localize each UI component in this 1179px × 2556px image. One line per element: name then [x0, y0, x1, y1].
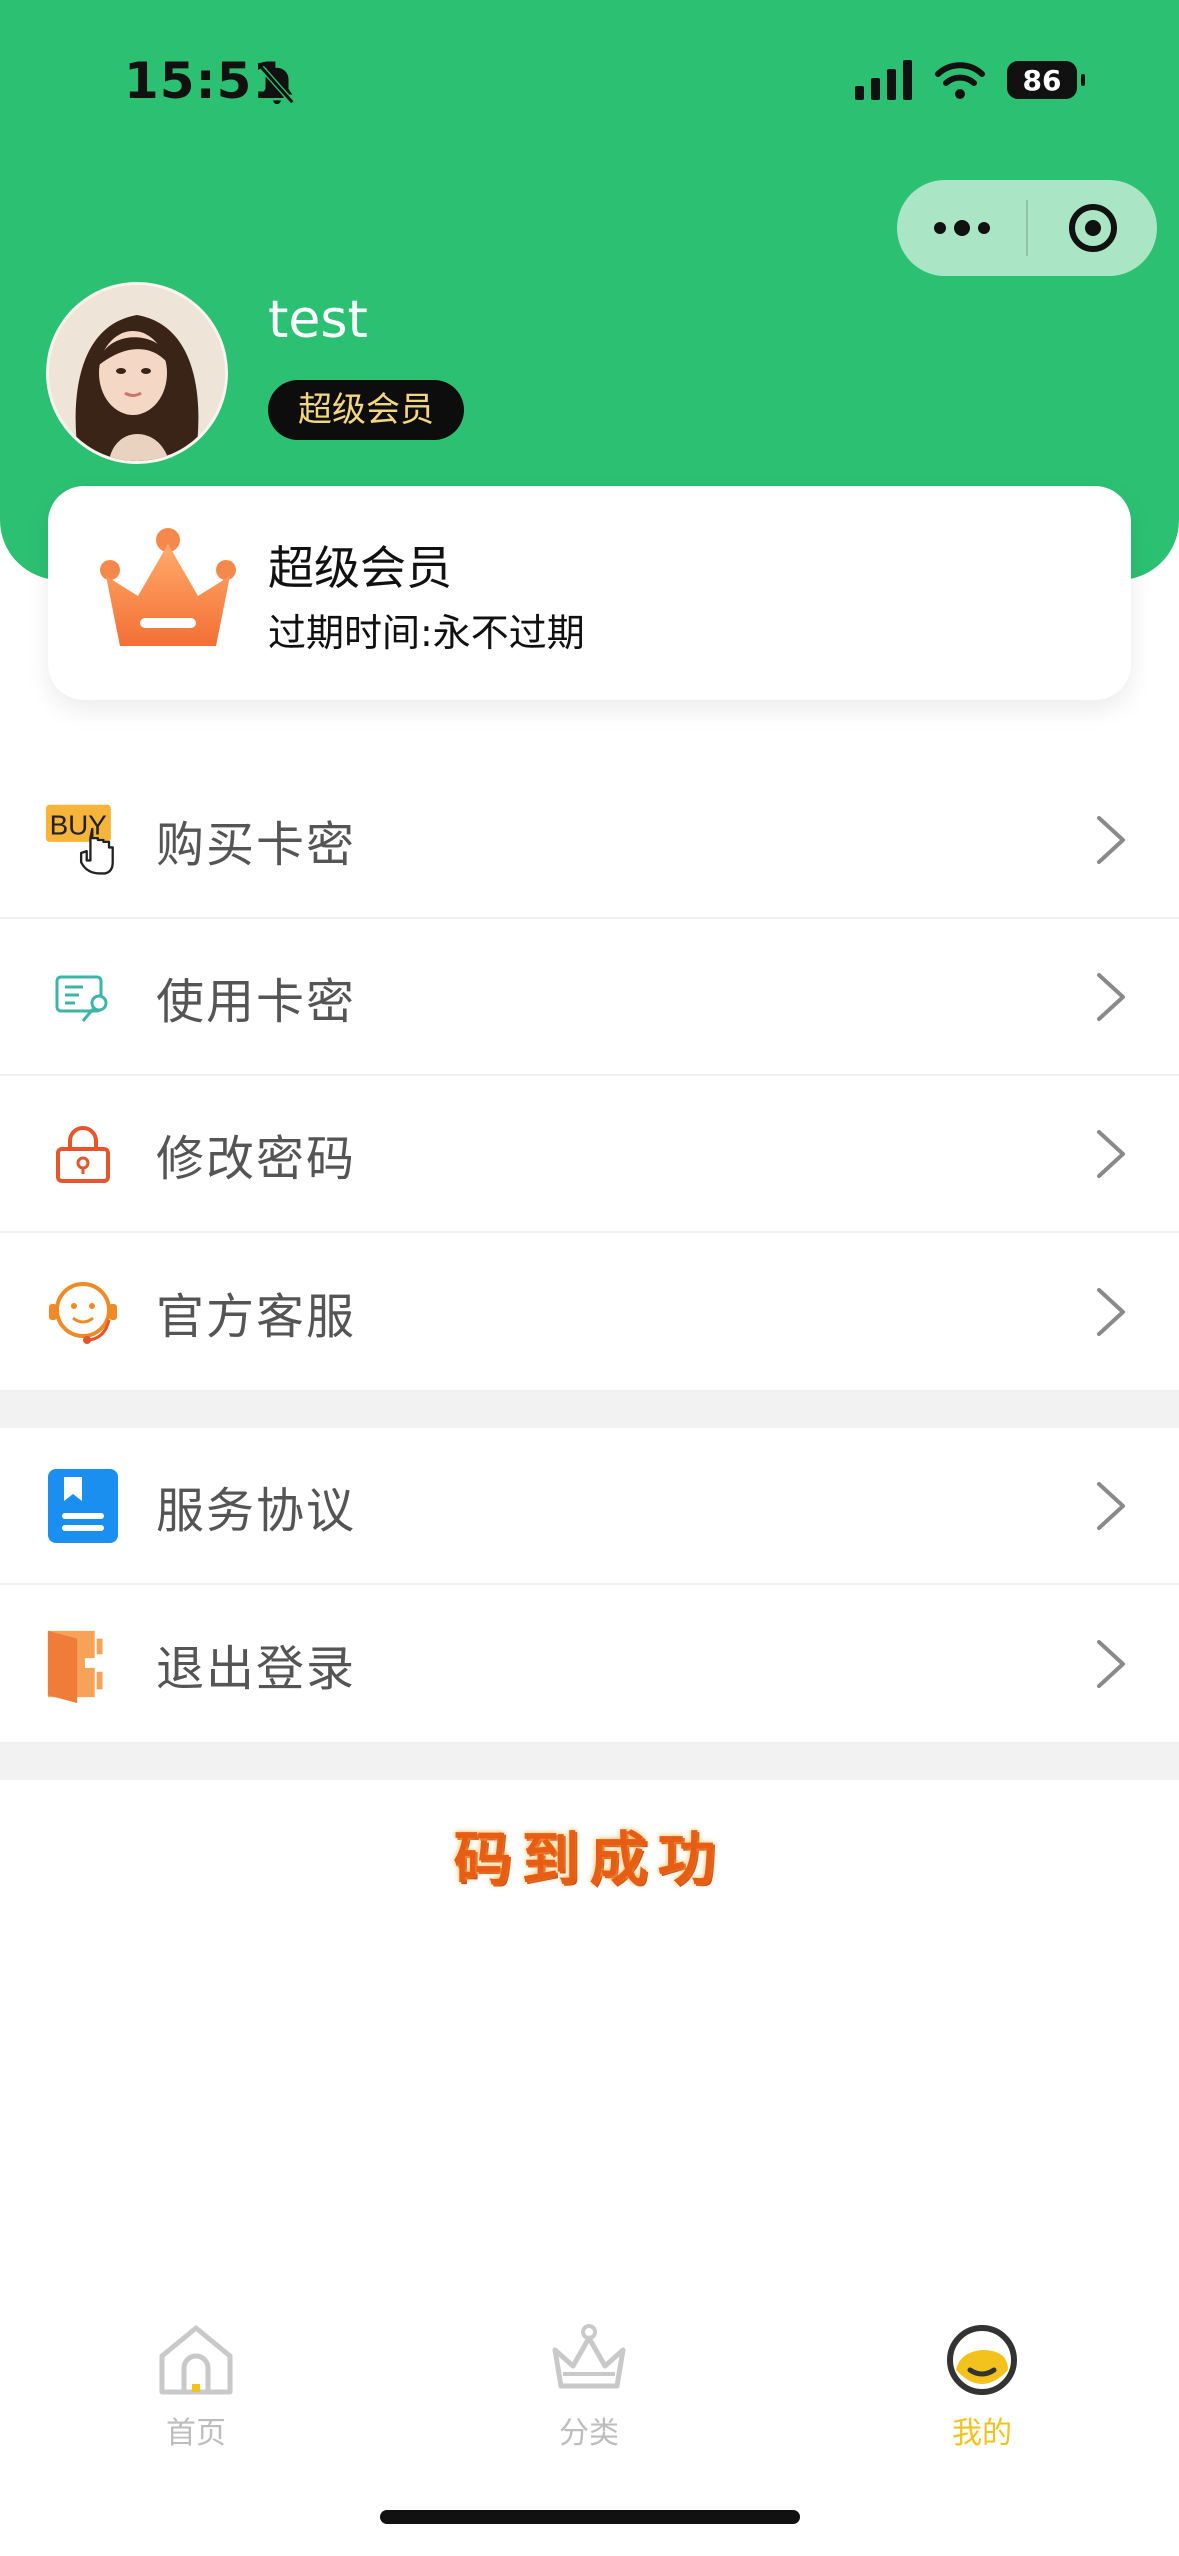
- menu-label: 服务协议: [156, 1482, 357, 1539]
- card-key-icon: [44, 958, 122, 1036]
- menu-item-use-card[interactable]: 使用卡密: [0, 919, 1179, 1076]
- banner-text: 码到成功: [453, 1825, 726, 1893]
- wifi-icon: [935, 62, 985, 99]
- tab-label: 首页: [166, 2416, 226, 2451]
- crown-icon: [552, 2324, 626, 2389]
- home-icon: [159, 2325, 233, 2395]
- smile-icon: [947, 2325, 1017, 2395]
- menu-label: 退出登录: [156, 1640, 357, 1697]
- menu-item-service-agreement[interactable]: 服务协议: [0, 1428, 1179, 1585]
- member-card: 超级会员 过期时间:永不过期: [48, 486, 1131, 700]
- target-icon: [1068, 204, 1117, 252]
- more-dots-icon: [933, 220, 990, 236]
- chevron-right-icon: [1097, 815, 1125, 864]
- customer-service-icon: [44, 1273, 122, 1351]
- section-divider: [0, 1742, 1179, 1780]
- menu-group-account: BUY 购买卡密 使用卡密 修改密码 官方客服: [0, 762, 1179, 1390]
- tab-label: 我的: [952, 2416, 1012, 2451]
- home-indicator: [380, 2510, 800, 2524]
- chevron-right-icon: [1097, 1481, 1125, 1530]
- buy-icon: BUY: [44, 801, 122, 879]
- close-miniprogram-button[interactable]: [1028, 180, 1157, 276]
- battery-indicator: 86: [1007, 61, 1085, 99]
- section-divider: [0, 1390, 1179, 1428]
- menu-label: 修改密码: [156, 1130, 357, 1187]
- chevron-right-icon: [1097, 1129, 1125, 1178]
- crown-icon: [100, 528, 236, 646]
- menu-label: 官方客服: [156, 1288, 357, 1345]
- tab-label: 分类: [559, 2416, 619, 2451]
- bell-muted-icon: [259, 65, 295, 105]
- chevron-right-icon: [1097, 1287, 1125, 1336]
- vip-badge: 超级会员: [268, 380, 464, 440]
- menu-item-change-password[interactable]: 修改密码: [0, 1076, 1179, 1233]
- menu-group-system: 服务协议 退出登录: [0, 1428, 1179, 1742]
- chevron-right-icon: [1097, 972, 1125, 1021]
- menu-label: 购买卡密: [156, 816, 357, 873]
- chevron-right-icon: [1097, 1639, 1125, 1688]
- menu-item-buy-card[interactable]: BUY 购买卡密: [0, 762, 1179, 919]
- menu-item-customer-service[interactable]: 官方客服: [0, 1233, 1179, 1390]
- miniprogram-capsule: [897, 180, 1157, 276]
- menu-label: 使用卡密: [156, 973, 357, 1030]
- lock-icon: [44, 1115, 122, 1193]
- logout-icon: [44, 1625, 122, 1703]
- more-button[interactable]: [897, 180, 1026, 276]
- svg-text:BUY: BUY: [50, 809, 107, 840]
- tab-mine[interactable]: 我的: [882, 2320, 1082, 2452]
- agreement-icon: [44, 1467, 122, 1545]
- username: test: [268, 290, 368, 350]
- tab-category[interactable]: 分类: [489, 2320, 689, 2452]
- tab-home[interactable]: 首页: [96, 2320, 296, 2452]
- avatar-portrait-icon: [49, 285, 225, 461]
- avatar[interactable]: [46, 282, 228, 464]
- member-title: 超级会员: [268, 541, 452, 595]
- member-expire: 过期时间:永不过期: [268, 611, 585, 655]
- signal-icon: [855, 60, 912, 100]
- menu-item-logout[interactable]: 退出登录: [0, 1585, 1179, 1742]
- tab-bar: 首页 分类 我的: [0, 2300, 1179, 2480]
